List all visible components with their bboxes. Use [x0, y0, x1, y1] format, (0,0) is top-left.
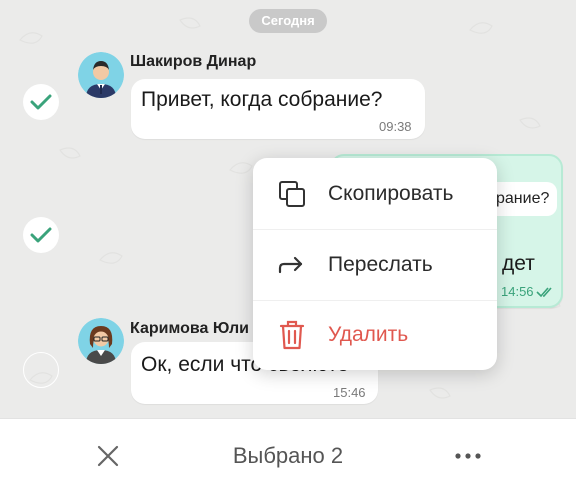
- more-options-button[interactable]: [450, 440, 486, 472]
- menu-item-label: Удалить: [328, 323, 409, 346]
- sender-name: Шакиров Динар: [130, 53, 257, 70]
- avatar[interactable]: [78, 52, 124, 98]
- message-select-checkbox[interactable]: [23, 217, 59, 253]
- checkmark-icon: [30, 94, 52, 110]
- message-bubble[interactable]: Привет, когда собрание? 09:38: [131, 79, 425, 139]
- chat-area: Сегодня Шакиров Динар Привет, когда собр…: [0, 0, 576, 418]
- forward-icon: [275, 248, 309, 282]
- menu-item-forward[interactable]: Переслать: [253, 230, 497, 300]
- quoted-text: рание?: [496, 190, 550, 207]
- selection-bar: Выбрано 2: [0, 418, 576, 492]
- more-icon: [455, 453, 481, 459]
- avatar[interactable]: [78, 318, 124, 364]
- message-select-checkbox[interactable]: [23, 352, 59, 388]
- sender-name: Каримова Юли: [130, 320, 249, 337]
- selection-count: Выбрано 2: [232, 443, 344, 468]
- menu-item-label: Переслать: [328, 253, 433, 276]
- double-check-icon: [536, 287, 552, 298]
- checkmark-icon: [30, 227, 52, 243]
- message-time: 14:56: [501, 284, 534, 299]
- message-text: Привет, когда собрание?: [141, 88, 383, 111]
- menu-item-delete[interactable]: Удалить: [253, 300, 497, 370]
- message-time: 09:38: [379, 119, 412, 134]
- context-menu: Скопировать Переслать Удалить: [253, 158, 497, 370]
- copy-icon: [275, 177, 309, 211]
- message-select-checkbox[interactable]: [23, 84, 59, 120]
- menu-item-label: Скопировать: [328, 182, 454, 205]
- date-separator: Сегодня: [249, 9, 327, 33]
- menu-item-copy[interactable]: Скопировать: [253, 159, 497, 229]
- message-time: 15:46: [333, 385, 366, 400]
- trash-icon: [275, 318, 309, 352]
- message-text: дет: [502, 252, 535, 275]
